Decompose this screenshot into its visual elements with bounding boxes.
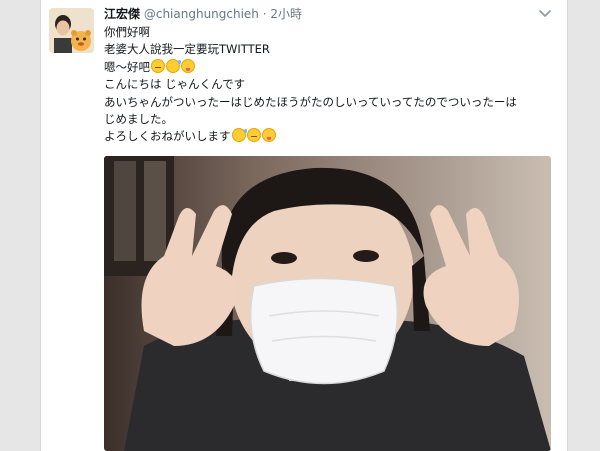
user-handle[interactable]: @chianghungchieh bbox=[144, 7, 259, 21]
neutral-face-emoji-icon bbox=[246, 128, 261, 143]
display-name[interactable]: 江宏傑 bbox=[104, 7, 140, 21]
sweat-smile-emoji-icon bbox=[231, 128, 247, 143]
tweet-line: あいちゃんがついったーはじめたほうがたのしいっていってたのでついったーは bbox=[104, 94, 517, 109]
tweet-line: こんにちは じゃんくんです bbox=[104, 77, 246, 92]
tweet-line: 老婆大人說我一定要玩TWITTER bbox=[104, 42, 270, 57]
tweet-line: 你們好啊 bbox=[104, 25, 150, 39]
separator-dot: · bbox=[262, 7, 267, 21]
sweat-smile-emoji-icon bbox=[166, 58, 181, 73]
neutral-face-emoji-icon bbox=[151, 58, 165, 73]
tweet-text: 你們好啊 老婆大人說我一定要玩TWITTER 嗯～好吧 こんにちは じゃんくんで… bbox=[104, 24, 554, 146]
selfie-image bbox=[104, 156, 551, 451]
tongue-face-emoji-icon bbox=[261, 128, 276, 143]
tweet-line: じめました。 bbox=[104, 112, 173, 127]
tweet-card: 江宏傑 @chianghungchieh · 2小時 你們好啊 老婆大人說我一定… bbox=[40, 0, 568, 451]
tweet-line: 嗯～好吧 bbox=[104, 58, 554, 76]
avatar-image bbox=[49, 8, 94, 53]
tweet-timestamp[interactable]: 2小時 bbox=[270, 7, 302, 21]
tweet-header: 江宏傑 @chianghungchieh · 2小時 bbox=[104, 4, 557, 24]
tongue-face-emoji-icon bbox=[181, 58, 195, 73]
avatar[interactable] bbox=[49, 8, 94, 53]
chevron-down-icon[interactable] bbox=[537, 6, 553, 20]
tweet-line: よろしくおねがいします bbox=[104, 128, 554, 145]
tweet-photo[interactable] bbox=[104, 156, 551, 451]
